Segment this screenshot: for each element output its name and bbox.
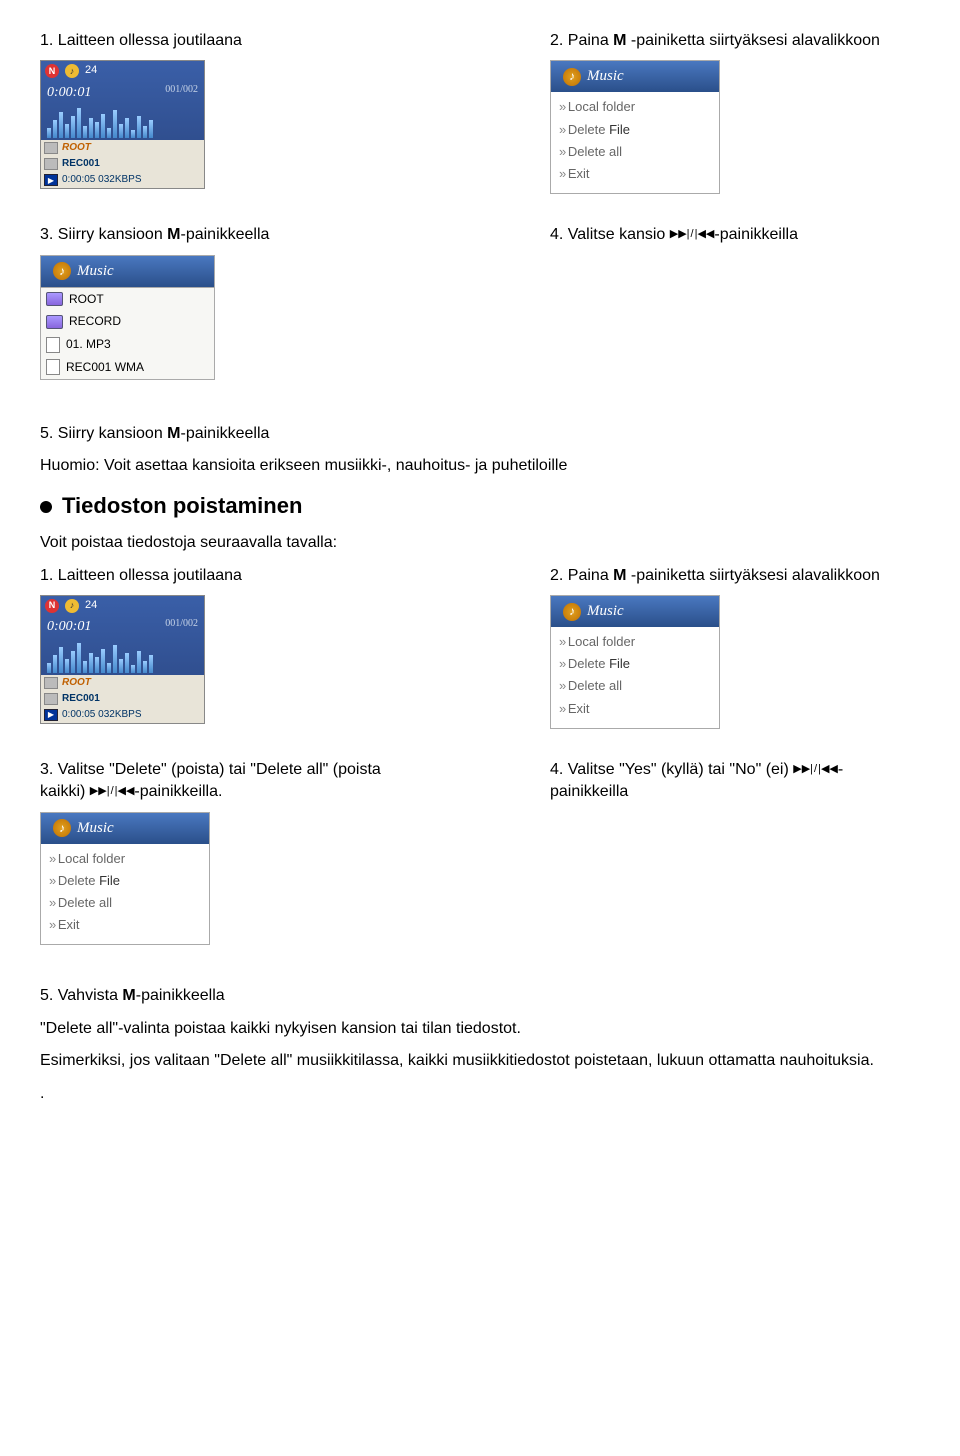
icon-n: N xyxy=(45,64,59,78)
music-menu-2: ♪ Music » Local folder » Delete File » De… xyxy=(550,595,720,729)
footer-time: 0:00:05 032KBPS xyxy=(62,708,142,722)
track-num: 24 xyxy=(85,598,97,613)
equalizer-icon xyxy=(41,639,204,675)
file-wma: REC001 WMA xyxy=(66,359,144,376)
step-2-text: 2. Paina M -painiketta siirtyäksesi alav… xyxy=(550,30,920,52)
menu-item: » Exit xyxy=(557,163,713,185)
file-icon xyxy=(44,158,58,170)
menu-item: » Delete File xyxy=(557,119,713,141)
folder-record: RECORD xyxy=(69,313,121,330)
menu-item: » Exit xyxy=(557,698,713,720)
play-icon: ▶ xyxy=(44,174,58,186)
music-note-icon: ♪ xyxy=(563,68,581,86)
folder-icon xyxy=(46,292,63,306)
step-2b-text: 2. Paina M -painiketta siirtyäksesi alav… xyxy=(550,565,920,587)
menu-item: » Local folder xyxy=(47,848,203,870)
root-label: ROOT xyxy=(62,141,91,155)
menu-item: » Delete all xyxy=(557,141,713,163)
folder-icon xyxy=(44,142,58,154)
music-title: Music xyxy=(77,261,114,282)
menu-item: » Local folder xyxy=(557,631,713,653)
para-delete-all: "Delete all"-valinta poistaa kaikki nyky… xyxy=(40,1018,920,1040)
skip-icons: ▶▶|/|◀◀ xyxy=(793,762,838,777)
step-1-text: 1. Laitteen ollessa joutilaana xyxy=(40,30,410,52)
para-esim: Esimerkiksi, jos valitaan "Delete all" m… xyxy=(40,1050,920,1072)
player-screenshot-2: N ♪ 24 0:00:01 001/002 ROOT REC001 ▶ 0:00… xyxy=(40,595,205,724)
folder-icon xyxy=(46,315,63,329)
step-5b-text: 5. Vahvista M-painikkeella xyxy=(40,985,920,1007)
menu-item: » Delete all xyxy=(557,675,713,697)
para-voit: Voit poistaa tiedostoja seuraavalla tava… xyxy=(40,532,920,554)
skip-icons: ▶▶|/|◀◀ xyxy=(670,227,715,242)
folder-root: ROOT xyxy=(69,291,104,308)
menu-item: » Delete File xyxy=(47,870,203,892)
root-label: ROOT xyxy=(62,676,91,690)
step-1b-text: 1. Laitteen ollessa joutilaana xyxy=(40,565,410,587)
music-note-icon: ♪ xyxy=(53,262,71,280)
step-3-text: 3. Siirry kansioon M-painikkeella xyxy=(40,224,410,246)
icon-n: N xyxy=(45,599,59,613)
folder-list: ♪ Music ROOT RECORD 01. MP3 REC001 WMA xyxy=(40,255,215,380)
track-fraction: 001/002 xyxy=(165,83,198,103)
play-icon: ▶ xyxy=(44,709,58,721)
music-note-icon: ♪ xyxy=(53,819,71,837)
music-title: Music xyxy=(77,818,114,839)
music-title: Music xyxy=(587,601,624,622)
file-icon xyxy=(46,359,60,375)
file-icon xyxy=(46,337,60,353)
step-3b-text: 3. Valitse "Delete" (poista) tai "Delete… xyxy=(40,759,410,804)
step-4b-text: 4. Valitse "Yes" (kyllä) tai "No" (ei) ▶… xyxy=(550,759,920,804)
rec-label: REC001 xyxy=(62,157,100,171)
menu-item: » Local folder xyxy=(557,96,713,118)
music-title: Music xyxy=(587,66,624,87)
icon-note: ♪ xyxy=(65,64,79,78)
track-num: 24 xyxy=(85,63,97,78)
menu-item: » Delete File xyxy=(557,653,713,675)
file-mp3: 01. MP3 xyxy=(66,336,111,353)
track-fraction: 001/002 xyxy=(165,617,198,637)
heading-tiedoston: Tiedoston poistaminen xyxy=(40,491,920,522)
footer-time: 0:00:05 032KBPS xyxy=(62,173,142,187)
menu-item: » Delete all xyxy=(47,892,203,914)
equalizer-icon xyxy=(41,104,204,140)
step-4-text: 4. Valitse kansio ▶▶|/|◀◀-painikkeilla xyxy=(550,224,920,246)
huomio-text: Huomio: Voit asettaa kansioita erikseen … xyxy=(40,455,920,477)
time-current: 0:00:01 xyxy=(47,617,91,637)
music-menu-1: ♪ Music » Local folder » Delete File » De… xyxy=(550,60,720,194)
icon-note: ♪ xyxy=(65,599,79,613)
player-screenshot-1: N ♪ 24 0:00:01 001/002 ROOT REC001 ▶ 0:00… xyxy=(40,60,205,189)
time-current: 0:00:01 xyxy=(47,83,91,103)
file-icon xyxy=(44,693,58,705)
bullet-icon xyxy=(40,501,52,513)
folder-icon xyxy=(44,677,58,689)
music-menu-3: ♪ Music » Local folder » Delete File » De… xyxy=(40,812,210,946)
menu-item: » Exit xyxy=(47,914,203,936)
step-5-text: 5. Siirry kansioon M-painikkeella xyxy=(40,423,920,445)
skip-icons: ▶▶|/|◀◀ xyxy=(90,784,135,799)
dot: . xyxy=(40,1083,920,1105)
rec-label: REC001 xyxy=(62,692,100,706)
music-note-icon: ♪ xyxy=(563,603,581,621)
